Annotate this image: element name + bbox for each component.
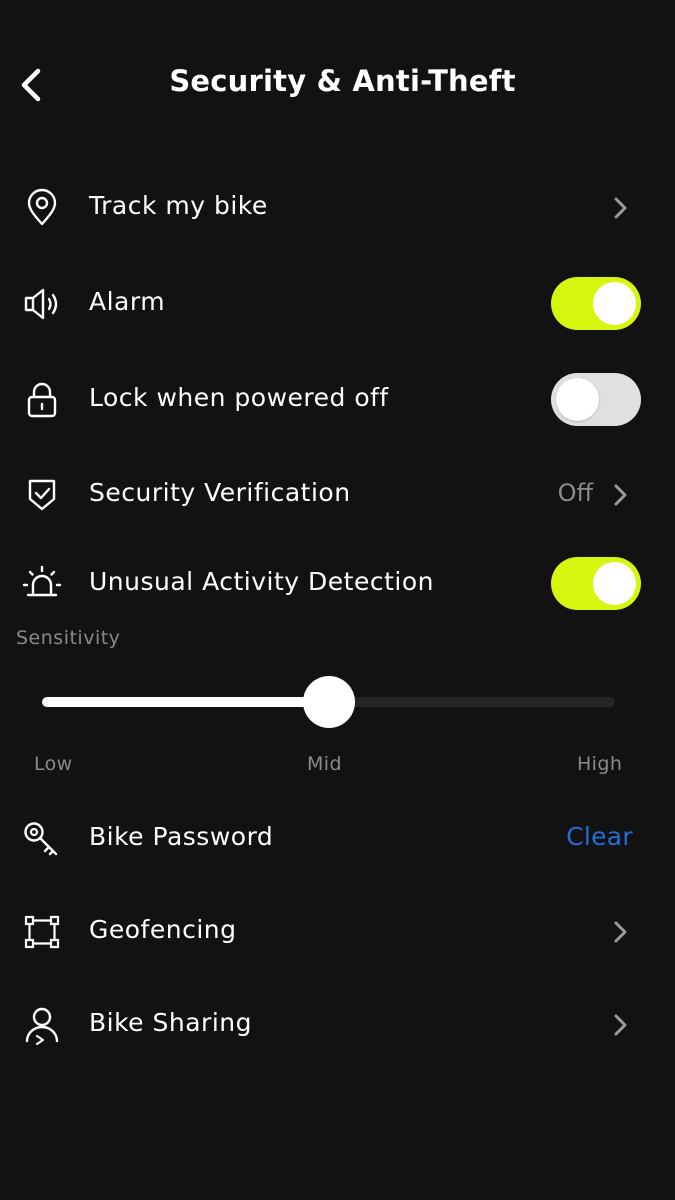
bike-password-row: Bike Password Clear bbox=[0, 799, 675, 879]
track-my-bike-row[interactable]: Track my bike bbox=[0, 168, 675, 248]
shield-check-icon bbox=[22, 475, 62, 515]
toggle-knob bbox=[593, 562, 636, 605]
slider-fill bbox=[42, 697, 329, 707]
security-verification-label: Security Verification bbox=[89, 478, 351, 507]
siren-icon bbox=[22, 564, 62, 604]
lock-when-powered-off-label: Lock when powered off bbox=[89, 383, 389, 412]
header: Security & Anti-Theft bbox=[0, 0, 675, 170]
bike-sharing-label: Bike Sharing bbox=[89, 1008, 252, 1037]
location-pin-icon bbox=[22, 188, 62, 228]
lock-when-powered-off-row: Lock when powered off bbox=[0, 360, 675, 440]
security-verification-row[interactable]: Security Verification Off bbox=[0, 455, 675, 535]
slider-thumb[interactable] bbox=[303, 676, 355, 728]
geofencing-label: Geofencing bbox=[89, 915, 237, 944]
sensitivity-low-label: Low bbox=[34, 753, 73, 775]
unusual-activity-detection-row: Unusual Activity Detection bbox=[0, 544, 675, 624]
alarm-row: Alarm bbox=[0, 264, 675, 344]
bike-sharing-row[interactable]: Bike Sharing bbox=[0, 985, 675, 1065]
security-verification-value: Off bbox=[557, 479, 593, 507]
toggle-knob bbox=[556, 378, 599, 421]
chevron-right-icon bbox=[609, 481, 631, 509]
sensitivity-label: Sensitivity bbox=[16, 627, 121, 649]
geofence-icon bbox=[22, 912, 62, 952]
chevron-right-icon bbox=[609, 918, 631, 946]
sensitivity-high-label: High bbox=[577, 753, 623, 775]
geofencing-row[interactable]: Geofencing bbox=[0, 892, 675, 972]
toggle-knob bbox=[593, 282, 636, 325]
sensitivity-slider[interactable] bbox=[42, 676, 615, 728]
bike-password-label: Bike Password bbox=[89, 822, 274, 851]
track-my-bike-label: Track my bike bbox=[89, 191, 268, 220]
person-share-icon bbox=[22, 1005, 62, 1045]
lock-toggle[interactable] bbox=[551, 373, 641, 426]
page-title: Security & Anti-Theft bbox=[169, 64, 516, 98]
chevron-right-icon bbox=[609, 1011, 631, 1039]
unusual-activity-toggle[interactable] bbox=[551, 557, 641, 610]
speaker-icon bbox=[22, 284, 62, 324]
unusual-activity-detection-label: Unusual Activity Detection bbox=[89, 567, 434, 596]
clear-password-button[interactable]: Clear bbox=[566, 822, 633, 851]
lock-icon bbox=[22, 380, 62, 420]
sensitivity-mid-label: Mid bbox=[307, 753, 342, 775]
alarm-toggle[interactable] bbox=[551, 277, 641, 330]
key-icon bbox=[22, 819, 62, 859]
alarm-label: Alarm bbox=[89, 287, 166, 316]
chevron-right-icon bbox=[609, 194, 631, 222]
